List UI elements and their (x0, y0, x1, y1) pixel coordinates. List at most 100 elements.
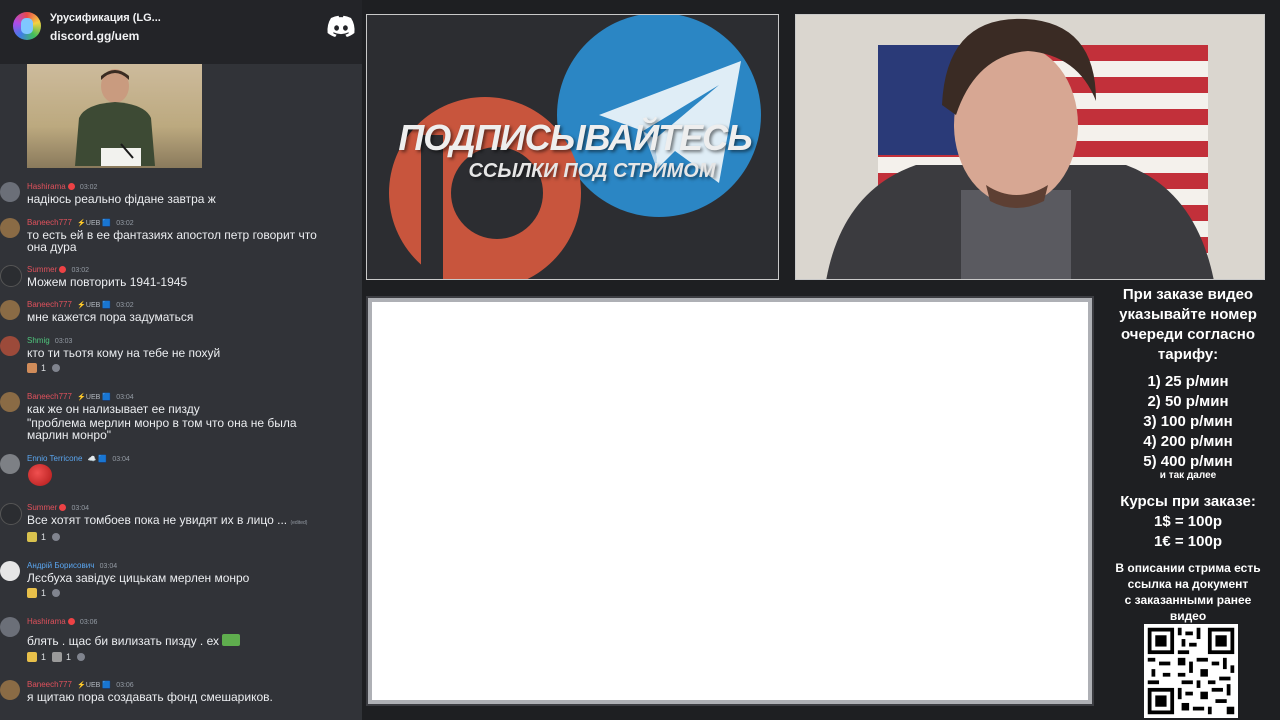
username[interactable]: Shmig (27, 336, 50, 345)
info-line: видео (1169, 609, 1207, 623)
rate-item: 1$ = 100р (1154, 513, 1222, 530)
info-line: указывайте номер (1119, 306, 1257, 323)
reaction-emoji-icon (27, 588, 37, 598)
info-line: очереди согласно (1120, 326, 1256, 343)
avatar[interactable] (0, 561, 20, 581)
message-text: кто ти тьотя кому на тебе не похуй (27, 346, 221, 360)
tariff-item: 3) 100 р/мин (1143, 413, 1233, 430)
message-text: надіюсь реально фідане завтра ж (27, 192, 216, 206)
server-header: Урусификация (LG... discord.gg/uem (0, 0, 362, 64)
tariff-list: 1) 25 р/мин 2) 50 р/мин 3) 100 р/мин 4) … (1099, 372, 1277, 472)
message-text: как же он нализывает ее пизду "проблема … (27, 403, 357, 441)
message-text: блять . щас би вилизать пизду . ех (27, 634, 357, 647)
username[interactable]: Baneech777 (27, 680, 72, 689)
discord-chat-panel: Урусификация (LG... discord.gg/uem Hashi… (0, 0, 362, 720)
role-badge-icon (59, 266, 67, 273)
username[interactable]: Baneech777 (27, 392, 72, 401)
avatar[interactable] (0, 265, 22, 287)
avatar[interactable] (0, 336, 20, 356)
username[interactable]: Summer (27, 503, 57, 512)
message-text: Все хотят томбоев пока не увидят их в ли… (27, 514, 357, 529)
reaction-bar: 1 (27, 530, 61, 544)
message-text: я щитаю пора создавать фонд смешариков. (27, 690, 273, 704)
qr-code-icon[interactable] (1144, 624, 1238, 718)
rates-title: Курсы при заказе: (1120, 493, 1256, 510)
tariff-item: 4) 200 р/мин (1143, 433, 1233, 450)
reaction[interactable]: 1 (27, 363, 46, 373)
server-name: Урусификация (LG... (50, 12, 161, 24)
username[interactable]: Андрій Борисович (27, 561, 94, 570)
badges: ⚡UEB 🟦 (77, 394, 111, 401)
timestamp: 03:04 (99, 563, 118, 570)
badges: ⚡UEB 🟦 (77, 220, 111, 227)
timestamp: 03:04 (112, 456, 130, 463)
tariff-item: 1) 25 р/мин (1147, 373, 1229, 390)
avatar[interactable] (0, 680, 20, 700)
server-icon[interactable] (13, 12, 41, 40)
reaction[interactable]: 1 (52, 652, 71, 662)
add-reaction-icon[interactable] (52, 589, 61, 597)
add-reaction-icon[interactable] (52, 533, 61, 541)
timestamp: 03:02 (71, 267, 89, 274)
username[interactable]: Baneech777 (27, 218, 72, 227)
avatar[interactable] (0, 617, 20, 637)
role-badge-icon (67, 618, 75, 625)
message-text: то есть ей в ее фантазиях апостол петр г… (27, 229, 357, 253)
timestamp: 03:06 (116, 682, 134, 689)
rate-item: 1€ = 100р (1154, 533, 1222, 550)
timestamp: 03:02 (116, 220, 134, 227)
timestamp: 03:02 (116, 302, 134, 309)
username[interactable]: Ennio Terricone (27, 454, 82, 463)
reaction-bar: 1 (27, 586, 61, 600)
blank-document[interactable] (372, 302, 1088, 700)
description-note: В описании стрима есть ссылка на докумен… (1099, 560, 1277, 624)
role-badge-icon (67, 183, 75, 190)
webcam-feed (795, 14, 1265, 280)
reaction-count: 1 (66, 652, 72, 662)
reaction-count: 1 (41, 363, 47, 373)
reaction-count: 1 (41, 652, 47, 662)
username[interactable]: Baneech777 (27, 300, 72, 309)
reaction-emoji-icon (27, 363, 37, 373)
embedded-photo-person (75, 69, 155, 166)
info-line: При заказе видео (1122, 286, 1254, 303)
document-area (366, 296, 1094, 706)
discord-logo-icon (327, 15, 355, 38)
edited-tag: (edited) (290, 520, 308, 526)
reaction-emoji-icon (27, 532, 37, 542)
add-reaction-icon[interactable] (52, 364, 61, 372)
avatar[interactable] (0, 218, 20, 238)
timestamp: 03:04 (71, 505, 89, 512)
username[interactable]: Hashirama (27, 182, 66, 191)
reaction-emoji-icon (27, 652, 37, 662)
avatar[interactable] (0, 454, 20, 474)
add-reaction-icon[interactable] (77, 653, 86, 661)
reaction[interactable]: 1 (27, 652, 46, 662)
info-line: тарифу: (1157, 346, 1219, 363)
message-text: мне кажется пора задуматься (27, 310, 194, 324)
message-line: она дура (27, 240, 77, 254)
role-badge-icon (59, 504, 67, 511)
tariff-item: 5) 400 р/мин (1143, 453, 1233, 470)
avatar[interactable] (0, 392, 20, 412)
timestamp: 03:04 (116, 394, 134, 401)
reaction[interactable]: 1 (27, 532, 46, 542)
message-text: Лєсбуха завідує цицькам мерлен монро (27, 571, 250, 585)
tariff-item: 2) 50 р/мин (1147, 393, 1229, 410)
reaction[interactable]: 1 (27, 588, 46, 598)
avatar[interactable] (0, 503, 22, 525)
avatar[interactable] (0, 182, 20, 202)
username[interactable]: Hashirama (27, 617, 66, 626)
emoji-sticker-icon (28, 464, 52, 486)
message-line: марлин монро" (27, 428, 112, 442)
promo-subtitle: ССЫЛКИ ПОД СТРИМОМ (468, 160, 716, 182)
username[interactable]: Summer (27, 265, 57, 274)
timestamp: 03:02 (79, 184, 98, 191)
badges: ⚡UEB 🟦 (77, 302, 111, 309)
embedded-image[interactable] (27, 64, 202, 168)
avatar[interactable] (0, 300, 20, 320)
message-line: Все хотят томбоев пока не увидят их в ли… (27, 513, 288, 527)
reaction-count: 1 (41, 588, 47, 598)
server-invite-link[interactable]: discord.gg/uem (50, 29, 139, 43)
and-so-on: и так далее (1159, 470, 1217, 481)
